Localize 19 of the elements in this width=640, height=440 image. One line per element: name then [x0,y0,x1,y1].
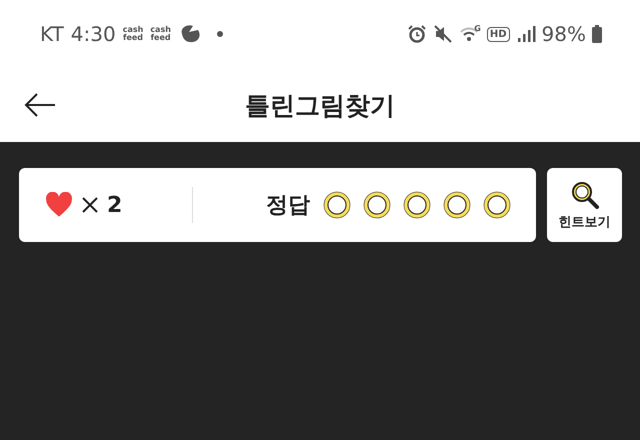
answer-label: 정답 [266,192,310,220]
hint-button[interactable]: 힌트보기 [547,168,622,242]
heart-icon [45,192,73,218]
lives-count: 2 [107,192,122,218]
clock-time: 4:30 [70,22,116,46]
app-notification-icon: cash feed [150,26,171,42]
carrier-name: KT [40,22,64,46]
battery-percent: 98% [542,22,586,46]
hd-voice-icon: HD [486,26,510,42]
more-notifications-icon [216,31,223,37]
alarm-icon [407,24,428,44]
signal-icon [516,24,536,44]
mute-icon [433,24,454,44]
page-title: 틀린그림찾기 [245,90,395,122]
magnifier-icon [570,180,600,210]
multiply-icon [81,196,99,214]
battery-icon [592,25,602,43]
app-notification-icon: cash feed [122,26,144,42]
back-button[interactable] [24,93,56,117]
